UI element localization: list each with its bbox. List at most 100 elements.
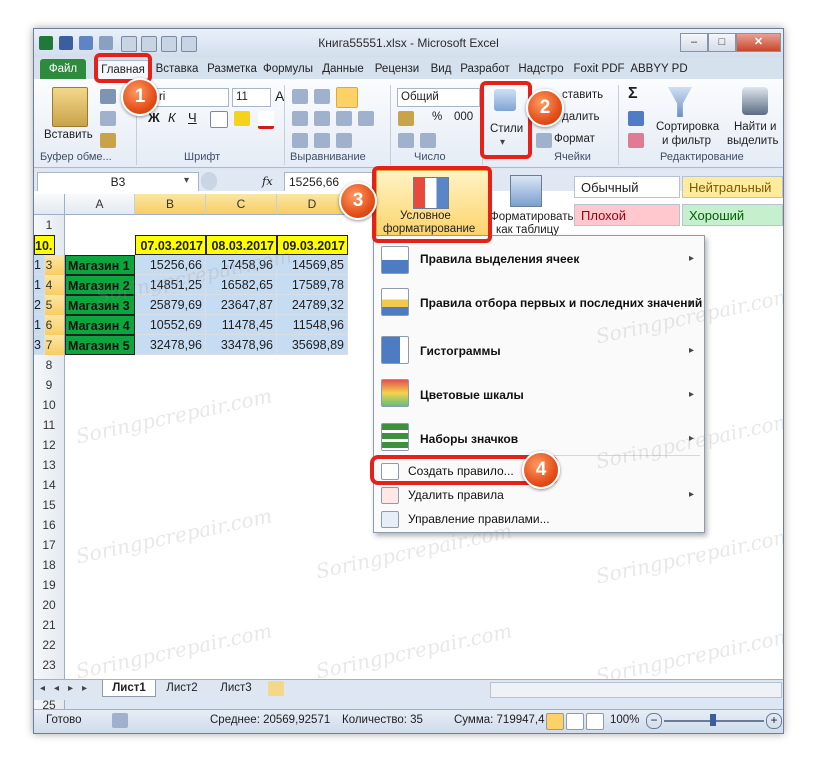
row-header[interactable]: 1 <box>34 215 65 236</box>
value-cell[interactable]: 17458,96 <box>206 255 277 275</box>
align-middle-icon[interactable] <box>314 89 330 104</box>
value-cell[interactable]: 10552,69 <box>135 315 206 335</box>
zoom-out-button[interactable]: − <box>646 713 662 729</box>
insert-function-button[interactable]: fx <box>262 174 273 188</box>
delete-cells-button[interactable]: далить <box>562 111 600 123</box>
decrease-decimal-icon[interactable] <box>420 133 436 148</box>
tab-insert[interactable]: Вставка <box>150 60 204 79</box>
date-header-cell[interactable]: 07.03.2017 <box>135 235 206 255</box>
value-cell[interactable]: 32478,96 <box>135 335 206 355</box>
style-normal[interactable]: Обычный <box>574 176 680 198</box>
format-as-table-icon[interactable] <box>510 175 542 207</box>
name-box-dropdown-icon[interactable]: ▾ <box>184 175 189 186</box>
row-header[interactable]: 19 <box>34 575 65 596</box>
value-cell[interactable]: 11478,45 <box>206 315 277 335</box>
copy-icon[interactable] <box>100 111 116 126</box>
minimize-button[interactable]: – <box>680 33 708 52</box>
row-header[interactable]: 16 <box>34 515 65 536</box>
autosum-button[interactable]: Σ <box>628 85 638 103</box>
shop-name-cell[interactable]: Магазин 2 <box>65 275 135 295</box>
tab-file[interactable]: Файл <box>40 59 86 79</box>
align-bottom-icon[interactable] <box>336 87 358 108</box>
name-box[interactable]: B3 <box>37 172 199 192</box>
row-header[interactable]: 14 <box>34 475 65 496</box>
increase-decimal-icon[interactable] <box>398 133 414 148</box>
page-break-view-icon[interactable] <box>586 713 604 730</box>
row-header[interactable]: 18 <box>34 555 65 576</box>
indent-increase-icon[interactable] <box>314 133 330 148</box>
align-top-icon[interactable] <box>292 89 308 104</box>
value-cell[interactable]: 17589,78 <box>277 275 348 295</box>
value-cell[interactable]: 14569,85 <box>277 255 348 275</box>
tab-formulas[interactable]: Формулы <box>260 60 316 79</box>
row-header[interactable]: 22 <box>34 635 65 656</box>
underline-button[interactable]: Ч <box>188 110 197 125</box>
sheet-tab-3[interactable]: Лист3 <box>210 680 262 696</box>
tab-developer[interactable]: Разработ <box>457 60 513 79</box>
percent-button[interactable]: % <box>432 111 442 123</box>
number-format-combo[interactable]: Общий <box>397 88 480 107</box>
zoom-in-button[interactable]: + <box>766 713 782 729</box>
value-cell[interactable]: 3 <box>34 335 45 355</box>
value-cell[interactable]: 23647,87 <box>206 295 277 315</box>
tab-foxit[interactable]: Foxit PDF <box>568 60 630 79</box>
row-header[interactable]: 23 <box>34 655 65 676</box>
next-sheet-icon[interactable]: ▸ <box>68 683 73 694</box>
shop-name-cell[interactable]: Магазин 1 <box>65 255 135 275</box>
style-good[interactable]: Хороший <box>682 204 783 226</box>
clear-icon[interactable] <box>628 133 644 148</box>
row-header[interactable]: 8 <box>34 355 65 376</box>
tab-abbyy[interactable]: ABBYY PD <box>630 60 688 79</box>
zoom-slider-thumb[interactable] <box>710 714 716 726</box>
binoculars-icon[interactable] <box>742 87 768 115</box>
row-header[interactable]: 10 <box>34 395 65 416</box>
sort-filter-line1[interactable]: Сортировка <box>656 121 719 133</box>
value-cell[interactable]: 24789,32 <box>277 295 348 315</box>
column-header-c[interactable]: C <box>206 194 277 215</box>
first-sheet-icon[interactable]: ◂ <box>40 683 45 694</box>
prev-sheet-icon[interactable]: ◂ <box>54 683 59 694</box>
value-cell[interactable]: 1 <box>34 315 45 335</box>
italic-button[interactable]: К <box>168 110 176 125</box>
menu-item-top-bottom-rules[interactable]: Правила отбора первых и последних значен… <box>420 296 702 310</box>
format-as-table-line1[interactable]: Форматировать <box>490 211 573 223</box>
menu-item-color-scales[interactable]: Цветовые шкалы <box>420 388 524 402</box>
tab-view[interactable]: Вид <box>426 60 456 79</box>
menu-item-manage-rules[interactable]: Управление правилами... <box>408 512 550 526</box>
formula-collapse-icon[interactable] <box>201 172 217 190</box>
tab-review[interactable]: Рецензи <box>370 60 424 79</box>
find-select-line1[interactable]: Найти и <box>734 121 776 133</box>
value-cell[interactable]: 15256,66 <box>135 255 206 275</box>
sheet-tab-1[interactable]: Лист1 <box>102 680 156 697</box>
value-cell[interactable]: 25879,69 <box>135 295 206 315</box>
date-header-cell[interactable]: 08.03.2017 <box>206 235 277 255</box>
row-header[interactable]: 12 <box>34 435 65 456</box>
tab-page-layout[interactable]: Разметка <box>204 60 260 79</box>
column-header-b[interactable]: B <box>135 194 206 215</box>
page-layout-view-icon[interactable] <box>566 713 584 730</box>
borders-icon[interactable] <box>210 111 228 128</box>
row-header[interactable]: 17 <box>34 535 65 556</box>
row-header[interactable]: 21 <box>34 615 65 636</box>
insert-sheet-icon[interactable] <box>268 681 284 696</box>
sort-filter-line2[interactable]: и фильтр <box>662 135 711 147</box>
menu-item-clear-rules[interactable]: Удалить правила <box>408 488 504 502</box>
value-cell[interactable]: 1 <box>34 275 45 295</box>
fill-down-icon[interactable] <box>628 111 644 126</box>
shop-name-cell[interactable]: Магазин 3 <box>65 295 135 315</box>
sheet-tab-2[interactable]: Лист2 <box>156 680 208 696</box>
thousands-button[interactable]: 000 <box>454 111 473 123</box>
zoom-level[interactable]: 100% <box>610 714 639 726</box>
orientation-icon[interactable] <box>336 133 352 148</box>
shop-name-cell[interactable]: Магазин 5 <box>65 335 135 355</box>
format-painter-icon[interactable] <box>100 133 116 148</box>
merge-icon[interactable] <box>358 111 374 126</box>
menu-item-icon-sets[interactable]: Наборы значков <box>420 432 518 446</box>
style-bad[interactable]: Плохой <box>574 204 680 226</box>
style-neutral[interactable]: Нейтральный <box>682 176 783 198</box>
row-header[interactable]: 20 <box>34 595 65 616</box>
align-left-icon[interactable] <box>292 111 308 126</box>
format-cells-button[interactable]: Формат <box>554 133 595 145</box>
value-cell[interactable]: 11548,96 <box>277 315 348 335</box>
row-header[interactable]: 11 <box>34 415 65 436</box>
